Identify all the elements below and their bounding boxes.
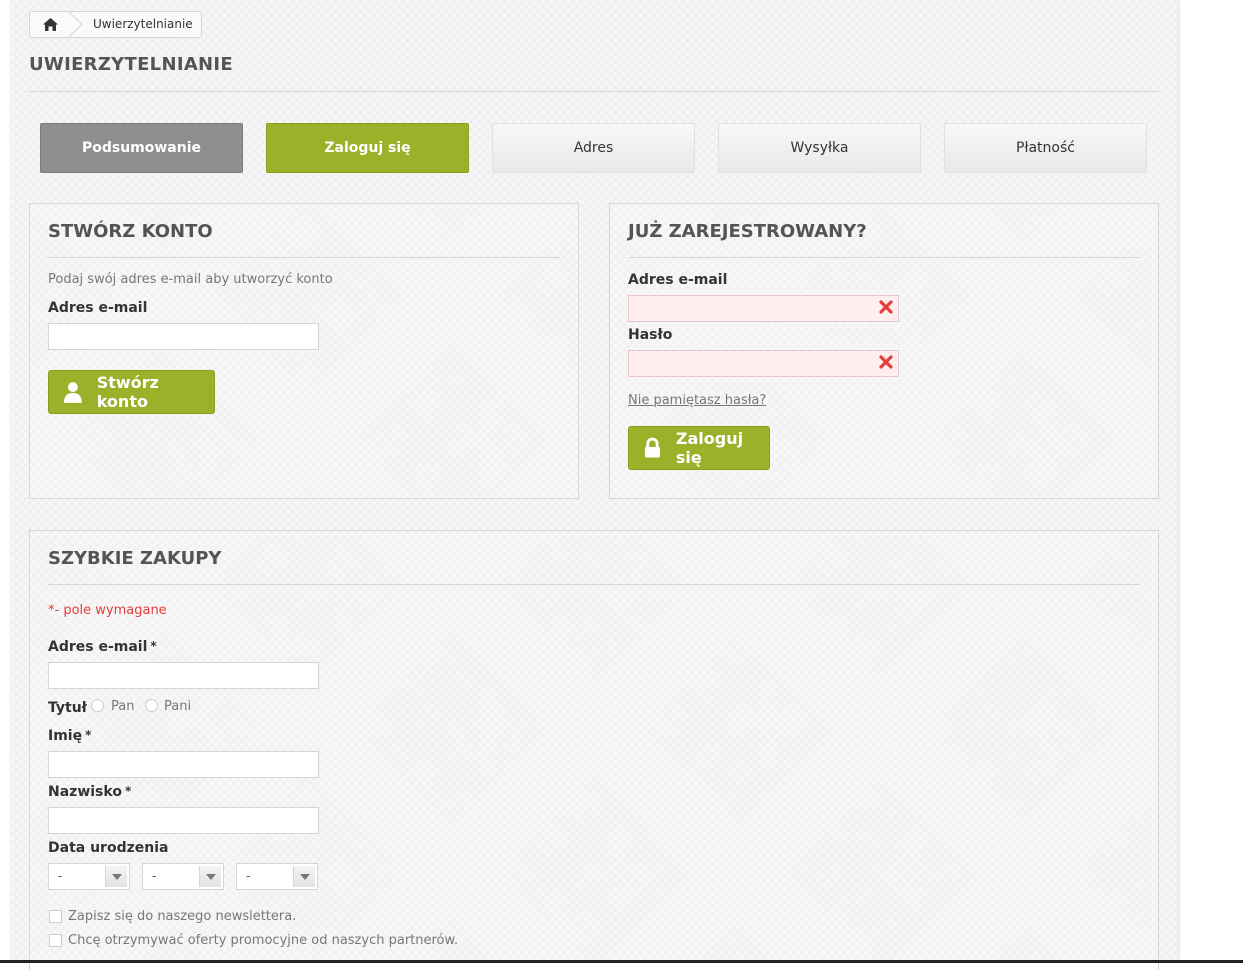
create-account-box: STWÓRZ KONTO Podaj swój adres e-mail aby…: [29, 203, 579, 499]
create-account-title: STWÓRZ KONTO: [48, 221, 213, 242]
first-name-label: Imię *: [48, 728, 91, 744]
birth-month-select[interactable]: -: [142, 863, 224, 890]
step-login[interactable]: Zaloguj się: [266, 123, 469, 173]
user-icon: [63, 382, 82, 403]
error-x-icon: [879, 355, 893, 369]
title-option-pani: Pani: [164, 699, 192, 714]
forgot-password-link[interactable]: Nie pamiętasz hasła?: [628, 393, 766, 408]
breadcrumb: Uwierzytelnianie: [29, 11, 202, 38]
quick-email-label: Adres e-mail *: [48, 639, 157, 655]
birth-year-value: -: [246, 869, 251, 883]
lock-icon: [644, 437, 660, 458]
newsletter-label: Zapisz się do naszego newslettera.: [68, 909, 297, 924]
quick-buy-box: SZYBKIE ZAKUPY *- pole wymagane Adres e-…: [29, 530, 1159, 970]
divider: [29, 91, 1159, 92]
home-icon: [42, 18, 58, 31]
last-name-input[interactable]: [48, 807, 319, 834]
title-radio-pan[interactable]: [91, 699, 104, 712]
partners-label: Chcę otrzymywać oferty promocyjne od nas…: [68, 933, 459, 948]
title-option-pan: Pan: [111, 699, 135, 714]
step-shipping: Wysyłka: [718, 123, 921, 173]
first-name-input[interactable]: [48, 751, 319, 778]
newsletter-checkbox[interactable]: [49, 910, 62, 923]
login-button[interactable]: Zaloguj się: [628, 426, 770, 470]
last-name-label: Nazwisko *: [48, 784, 131, 800]
last-name-label-text: Nazwisko: [48, 784, 122, 800]
required-mark: *: [150, 639, 157, 653]
breadcrumb-current: Uwierzytelnianie: [93, 17, 193, 31]
chevron-down-icon: [199, 866, 221, 887]
breadcrumb-separator: [69, 12, 83, 37]
create-account-intro: Podaj swój adres e-mail aby utworzyć kon…: [48, 272, 333, 287]
divider: [628, 257, 1140, 258]
step-address: Adres: [492, 123, 695, 173]
birth-year-select[interactable]: -: [236, 863, 318, 890]
birth-month-value: -: [152, 869, 157, 883]
first-name-label-text: Imię: [48, 728, 83, 744]
birth-day-select[interactable]: -: [48, 863, 130, 890]
error-x-icon: [879, 300, 893, 314]
login-button-label: Zaloguj się: [675, 429, 744, 467]
breadcrumb-home-link[interactable]: [30, 12, 70, 37]
step-summary[interactable]: Podsumowanie: [40, 123, 243, 173]
page-container: Uwierzytelnianie UWIERZYTELNIANIE Podsum…: [10, 0, 1178, 970]
login-password-input[interactable]: [628, 350, 899, 377]
quick-buy-title: SZYBKIE ZAKUPY: [48, 548, 222, 569]
quick-email-input[interactable]: [48, 662, 319, 689]
login-password-label: Hasło: [628, 327, 673, 343]
required-mark: *: [124, 784, 132, 798]
chevron-down-icon: [105, 866, 127, 887]
login-email-label: Adres e-mail: [628, 272, 728, 288]
divider: [48, 257, 560, 258]
divider: [48, 584, 1140, 585]
page-title: UWIERZYTELNIANIE: [29, 54, 234, 75]
login-box: JUŻ ZAREJESTROWANY? Adres e-mail Hasło N…: [609, 203, 1159, 499]
chevron-down-icon: [293, 866, 315, 887]
create-account-button-label: Stwórz konto: [96, 373, 159, 411]
birth-day-value: -: [58, 869, 63, 883]
create-account-button[interactable]: Stwórz konto: [48, 370, 215, 414]
birth-date-label: Data urodzenia: [48, 840, 169, 856]
create-account-email-label: Adres e-mail: [48, 300, 148, 316]
login-title: JUŻ ZAREJESTROWANY?: [628, 221, 867, 242]
title-label: Tytuł: [48, 700, 87, 716]
title-radio-pani[interactable]: [145, 699, 158, 712]
step-payment: Płatność: [944, 123, 1147, 173]
login-email-input[interactable]: [628, 295, 899, 322]
required-note: *- pole wymagane: [48, 603, 167, 618]
required-mark: *: [85, 728, 92, 742]
quick-email-label-text: Adres e-mail: [48, 639, 148, 655]
login-email-field: [628, 295, 899, 322]
create-account-email-input[interactable]: [48, 323, 319, 350]
login-password-field: [628, 350, 899, 377]
partners-checkbox[interactable]: [49, 934, 62, 947]
